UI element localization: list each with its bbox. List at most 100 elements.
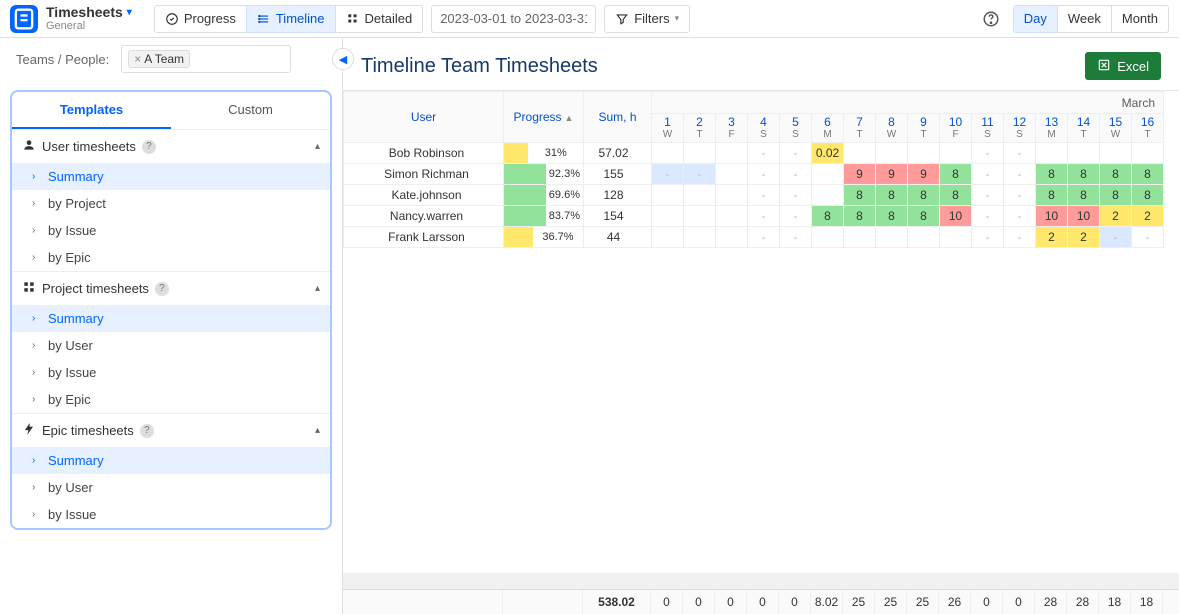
user-cell[interactable]: Nancy.warren	[344, 206, 504, 227]
day-cell[interactable]: 8	[844, 185, 876, 206]
day-cell[interactable]	[684, 227, 716, 248]
col-sum[interactable]: Sum, h	[584, 92, 652, 143]
day-cell[interactable]: -	[684, 164, 716, 185]
section-epic-timesheets[interactable]: Epic timesheets ? ▴	[12, 413, 330, 447]
help-hint-icon[interactable]: ?	[142, 140, 156, 154]
template-by-issue[interactable]: ›by Issue	[12, 359, 330, 386]
day-cell[interactable]	[908, 227, 940, 248]
section-project-timesheets[interactable]: Project timesheets ? ▴	[12, 271, 330, 305]
template-by-issue[interactable]: ›by Issue	[12, 501, 330, 528]
day-cell[interactable]: -	[972, 227, 1004, 248]
template-summary[interactable]: ›Summary	[12, 447, 330, 474]
user-cell[interactable]: Simon Richman	[344, 164, 504, 185]
day-cell[interactable]	[1036, 143, 1068, 164]
view-detailed[interactable]: Detailed	[335, 5, 424, 33]
day-cell[interactable]: 8	[1132, 164, 1164, 185]
template-by-user[interactable]: ›by User	[12, 474, 330, 501]
app-title-dropdown[interactable]: Timesheets ▾	[46, 5, 132, 20]
day-col-13[interactable]: 13M	[1036, 114, 1068, 143]
day-cell[interactable]: 10	[940, 206, 972, 227]
day-cell[interactable]: 8	[1100, 185, 1132, 206]
day-cell[interactable]: 8	[908, 206, 940, 227]
day-cell[interactable]: -	[748, 227, 780, 248]
day-cell[interactable]: 2	[1036, 227, 1068, 248]
day-cell[interactable]: -	[748, 164, 780, 185]
day-cell[interactable]: 9	[908, 164, 940, 185]
day-cell[interactable]: -	[972, 164, 1004, 185]
day-cell[interactable]: 8	[908, 185, 940, 206]
day-cell[interactable]	[812, 227, 844, 248]
day-cell[interactable]: 8	[1036, 164, 1068, 185]
day-cell[interactable]: 2	[1068, 227, 1100, 248]
template-summary[interactable]: ›Summary	[12, 163, 330, 190]
day-cell[interactable]	[652, 227, 684, 248]
day-cell[interactable]	[652, 185, 684, 206]
day-cell[interactable]	[684, 185, 716, 206]
day-col-4[interactable]: 4S	[748, 114, 780, 143]
view-timeline[interactable]: Timeline	[246, 5, 336, 33]
help-hint-icon[interactable]: ?	[155, 282, 169, 296]
day-cell[interactable]	[876, 227, 908, 248]
day-cell[interactable]	[652, 143, 684, 164]
day-cell[interactable]	[716, 185, 748, 206]
day-col-15[interactable]: 15W	[1100, 114, 1132, 143]
template-by-project[interactable]: ›by Project	[12, 190, 330, 217]
template-by-issue[interactable]: ›by Issue	[12, 217, 330, 244]
day-cell[interactable]	[812, 164, 844, 185]
day-cell[interactable]	[716, 164, 748, 185]
day-cell[interactable]: -	[780, 143, 812, 164]
day-col-2[interactable]: 2T	[684, 114, 716, 143]
day-col-1[interactable]: 1W	[652, 114, 684, 143]
day-cell[interactable]: -	[1132, 227, 1164, 248]
help-icon[interactable]	[977, 5, 1005, 33]
day-col-14[interactable]: 14T	[1068, 114, 1100, 143]
day-col-9[interactable]: 9T	[908, 114, 940, 143]
day-cell[interactable]	[1100, 143, 1132, 164]
day-cell[interactable]	[1068, 143, 1100, 164]
template-by-user[interactable]: ›by User	[12, 332, 330, 359]
day-cell[interactable]: 9	[876, 164, 908, 185]
day-col-12[interactable]: 12S	[1004, 114, 1036, 143]
day-cell[interactable]: -	[972, 143, 1004, 164]
day-cell[interactable]: -	[748, 206, 780, 227]
col-progress[interactable]: Progress▲	[504, 92, 584, 143]
day-col-10[interactable]: 10F	[940, 114, 972, 143]
day-cell[interactable]: 8	[844, 206, 876, 227]
day-cell[interactable]	[684, 143, 716, 164]
day-cell[interactable]: 8	[940, 164, 972, 185]
remove-chip-icon[interactable]: ×	[134, 52, 141, 66]
template-summary[interactable]: ›Summary	[12, 305, 330, 332]
day-cell[interactable]	[940, 143, 972, 164]
day-cell[interactable]: 8	[812, 206, 844, 227]
period-week[interactable]: Week	[1057, 5, 1112, 33]
user-cell[interactable]: Kate.johnson	[344, 185, 504, 206]
day-cell[interactable]: 10	[1036, 206, 1068, 227]
day-cell[interactable]: -	[1004, 227, 1036, 248]
day-cell[interactable]: 10	[1068, 206, 1100, 227]
col-user[interactable]: User	[344, 92, 504, 143]
day-cell[interactable]: -	[780, 227, 812, 248]
day-cell[interactable]: 8	[876, 185, 908, 206]
tab-templates[interactable]: Templates	[12, 92, 171, 129]
day-cell[interactable]: -	[1004, 164, 1036, 185]
day-col-3[interactable]: 3F	[716, 114, 748, 143]
period-month[interactable]: Month	[1111, 5, 1169, 33]
filters-dropdown[interactable]: Filters ▾	[604, 5, 690, 33]
section-user-timesheets[interactable]: User timesheets ? ▴	[12, 129, 330, 163]
day-cell[interactable]: 8	[876, 206, 908, 227]
teams-people-input[interactable]: × A Team	[121, 45, 291, 73]
day-col-8[interactable]: 8W	[876, 114, 908, 143]
day-cell[interactable]: -	[780, 185, 812, 206]
day-cell[interactable]: -	[652, 164, 684, 185]
export-excel-button[interactable]: Excel	[1085, 52, 1161, 80]
day-cell[interactable]: -	[748, 143, 780, 164]
day-cell[interactable]	[716, 227, 748, 248]
day-col-11[interactable]: 11S	[972, 114, 1004, 143]
day-cell[interactable]: -	[748, 185, 780, 206]
tab-custom[interactable]: Custom	[171, 92, 330, 129]
day-cell[interactable]: -	[972, 206, 1004, 227]
day-cell[interactable]	[716, 143, 748, 164]
day-cell[interactable]: -	[1004, 185, 1036, 206]
day-cell[interactable]: -	[1004, 206, 1036, 227]
day-cell[interactable]: 2	[1100, 206, 1132, 227]
